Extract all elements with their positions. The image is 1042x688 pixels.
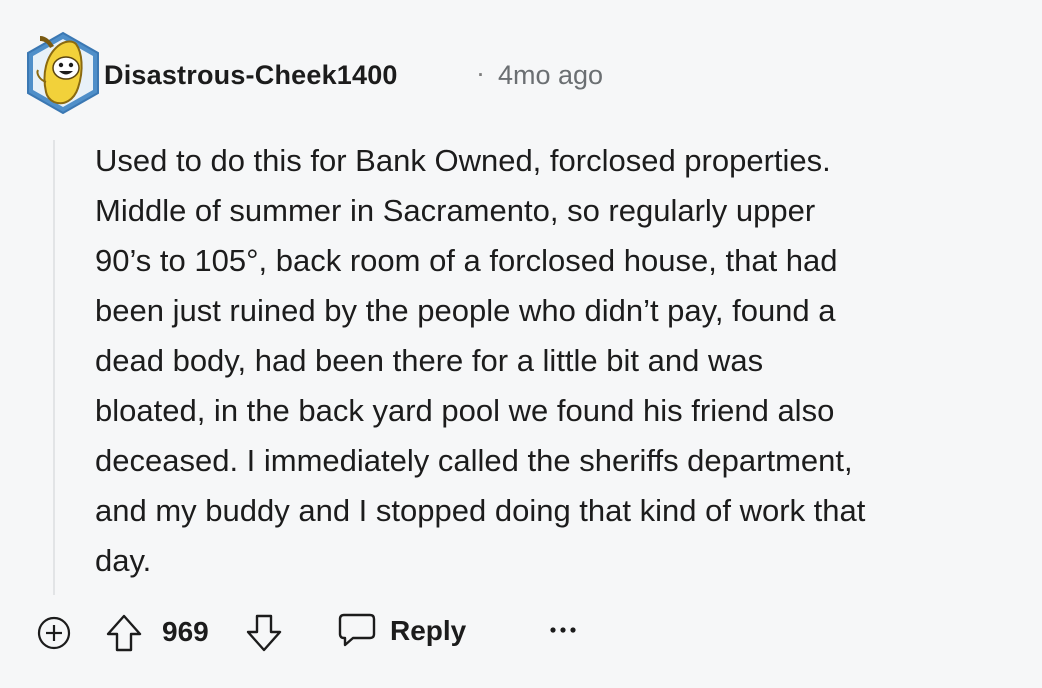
banana-avatar-icon <box>27 31 99 115</box>
meta-separator: · <box>476 58 485 88</box>
more-options-ellipsis-icon[interactable] <box>548 622 578 640</box>
upvote-arrow-icon[interactable] <box>104 612 144 659</box>
comment-body: Used to do this for Bank Owned, forclose… <box>95 143 866 578</box>
reply-label: Reply <box>390 615 467 646</box>
comment: Disastrous-Cheek1400 · 4mo ago Used to d… <box>0 0 1042 688</box>
user-avatar[interactable] <box>24 30 102 115</box>
comment-timestamp[interactable]: 4mo ago <box>498 60 603 91</box>
comment-actions: 969 Reply <box>0 604 1042 660</box>
author-username[interactable]: Disastrous-Cheek1400 <box>104 60 398 91</box>
thread-line[interactable] <box>53 140 55 595</box>
speech-bubble-icon <box>336 609 378 654</box>
expand-plus-icon[interactable] <box>35 614 73 657</box>
downvote-arrow-icon[interactable] <box>244 612 284 659</box>
reply-button[interactable]: Reply <box>336 608 466 654</box>
vote-score: 969 <box>162 616 209 647</box>
comment-header <box>24 30 102 115</box>
